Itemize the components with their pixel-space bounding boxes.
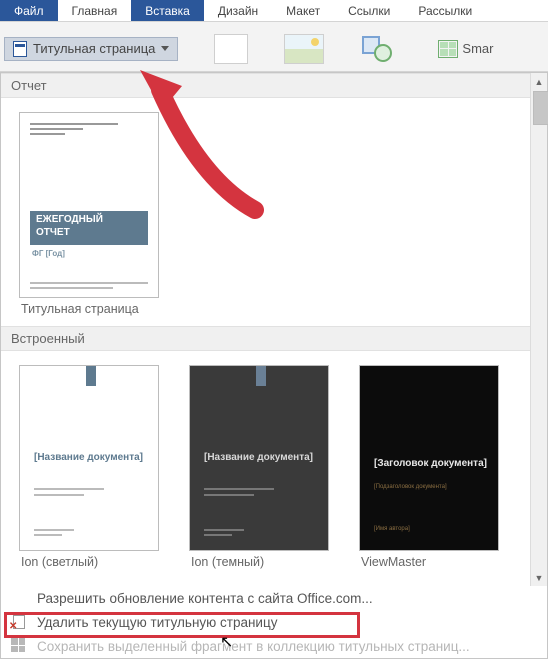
tab-home[interactable]: Главная <box>58 0 132 21</box>
ion-light-caption: Ion (светлый) <box>19 551 159 573</box>
pictures-button[interactable] <box>284 34 324 64</box>
globe-icon <box>11 590 27 606</box>
tab-layout[interactable]: Макет <box>272 0 334 21</box>
scroll-up-icon[interactable]: ▲ <box>531 73 547 90</box>
ribbon: Титульная страница Smar <box>0 22 548 72</box>
gallery-item-report[interactable]: ЕЖЕГОДНЫЙ ОТЧЕТ ФГ [Год] Титульная стран… <box>19 112 159 320</box>
gallery-item-ion-dark[interactable]: [Название документа] Ion (темный) <box>189 365 329 573</box>
remove-page-icon: ✕ <box>11 614 27 630</box>
ion-dark-title: [Название документа] <box>204 452 313 464</box>
tab-references[interactable]: Ссылки <box>334 0 404 21</box>
cover-page-label: Титульная страница <box>33 41 155 56</box>
cover-page-gallery: Отчет ЕЖЕГОДНЫЙ ОТЧЕТ ФГ [Год] Титульная… <box>0 72 548 659</box>
gallery-scrollbar[interactable]: ▲ ▼ <box>530 73 547 586</box>
ion-dark-caption: Ion (темный) <box>189 551 329 573</box>
section-builtin: Встроенный <box>1 326 530 351</box>
shapes-button[interactable] <box>360 34 402 64</box>
report-band-1: ЕЖЕГОДНЫЙ <box>36 214 103 225</box>
smartart-icon <box>438 40 458 58</box>
cover-page-icon <box>13 41 27 57</box>
tab-file[interactable]: Файл <box>0 0 58 21</box>
report-caption: Титульная страница <box>19 298 159 320</box>
vm-title: [Заголовок документа] <box>374 458 487 470</box>
report-sub: ФГ [Год] <box>32 249 65 258</box>
scroll-thumb[interactable] <box>533 91 548 125</box>
tab-mailings[interactable]: Рассылки <box>404 0 486 21</box>
vm-author: [Имя автора] <box>374 526 410 532</box>
menu-remove-current-label: Удалить текущую титульную страницу <box>37 615 277 630</box>
menu-remove-current[interactable]: ✕ Удалить текущую титульную страницу <box>1 610 547 634</box>
menu-save-selection: Сохранить выделенный фрагмент в коллекци… <box>1 634 547 658</box>
smartart-label: Smar <box>462 41 493 56</box>
vm-sub: [Подзаголовок документа] <box>374 484 447 490</box>
cover-page-dropdown[interactable]: Титульная страница <box>4 37 178 61</box>
table-button[interactable] <box>214 34 248 64</box>
gallery-item-viewmaster[interactable]: [Заголовок документа] [Подзаголовок доку… <box>359 365 499 573</box>
menu-save-selection-label: Сохранить выделенный фрагмент в коллекци… <box>37 639 470 654</box>
section-report: Отчет <box>1 73 530 98</box>
vm-caption: ViewMaster <box>359 551 499 573</box>
ion-light-title: [Название документа] <box>34 452 143 464</box>
menu-allow-update[interactable]: Разрешить обновление контента с сайта Of… <box>1 586 547 610</box>
tab-insert[interactable]: Вставка <box>131 0 204 21</box>
scroll-down-icon[interactable]: ▼ <box>531 569 547 586</box>
smartart-button[interactable]: Smar <box>438 40 493 58</box>
chevron-down-icon <box>161 46 169 51</box>
gallery-item-ion-light[interactable]: [Название документа] Ion (светлый) <box>19 365 159 573</box>
menu-allow-update-label: Разрешить обновление контента с сайта Of… <box>37 591 373 606</box>
save-selection-icon <box>11 638 27 654</box>
gallery-footer-menu: Разрешить обновление контента с сайта Of… <box>1 586 547 658</box>
report-band-2: ОТЧЕТ <box>36 227 70 238</box>
menubar: Файл Главная Вставка Дизайн Макет Ссылки… <box>0 0 548 22</box>
tab-design[interactable]: Дизайн <box>204 0 272 21</box>
